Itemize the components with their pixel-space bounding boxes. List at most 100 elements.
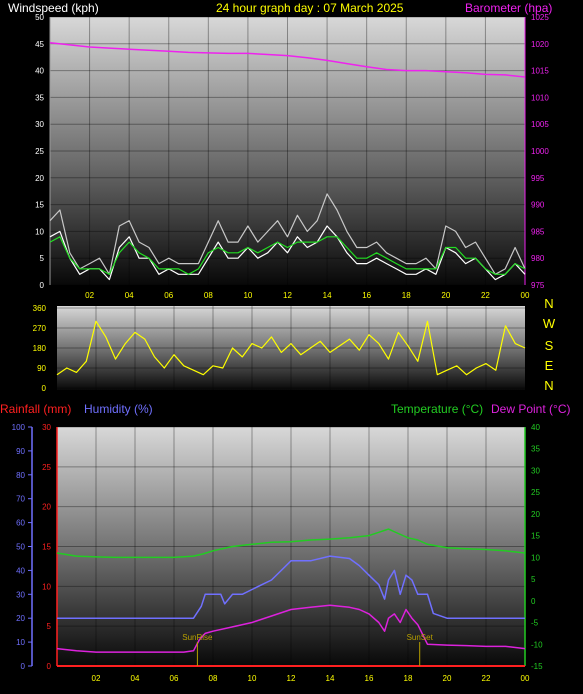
barometer-tick: 1010 <box>531 93 549 102</box>
windspeed-axis-label: Windspeed (kph) <box>8 1 99 15</box>
direction-degree-tick: 270 <box>33 324 47 333</box>
sun-marker-label: SunSet <box>407 633 434 642</box>
wind-time-tick-labels: 02 04 06 08 10 12 14 16 18 20 22 00 <box>85 291 530 300</box>
temperature-tick-labels: -15 -10 -5 0 5 10 15 20 25 30 35 40 <box>531 423 543 671</box>
rainfall-tick: 30 <box>42 423 51 432</box>
time-tick: 00 <box>521 674 530 683</box>
humidity-axis-label: Humidity (%) <box>84 402 153 416</box>
time-tick: 04 <box>125 291 134 300</box>
time-tick: 12 <box>283 291 292 300</box>
temperature-tick: 25 <box>531 488 540 497</box>
windspeed-tick: 10 <box>35 227 44 236</box>
barometer-tick: 1020 <box>531 40 549 49</box>
time-tick: 14 <box>326 674 335 683</box>
humidity-tick: 70 <box>16 495 25 504</box>
compass-label: W <box>543 316 556 331</box>
compass-label: N <box>544 378 553 393</box>
compass-label: N <box>544 296 553 311</box>
time-tick: 20 <box>443 674 452 683</box>
humidity-tick: 60 <box>16 519 25 528</box>
rainfall-tick: 5 <box>47 622 52 631</box>
time-tick: 08 <box>209 674 218 683</box>
windspeed-tick: 5 <box>40 254 45 263</box>
compass-label: E <box>545 358 554 373</box>
humidity-tick: 20 <box>16 614 25 623</box>
time-tick: 12 <box>287 674 296 683</box>
temperature-humidity-panel: 0102030405060708090100 051015202530 -15-… <box>0 402 570 683</box>
time-tick: 06 <box>170 674 179 683</box>
time-tick: 10 <box>243 291 252 300</box>
temperature-tick: -10 <box>531 640 543 649</box>
rainfall-tick: 10 <box>42 582 51 591</box>
temperature-tick: 5 <box>531 575 536 584</box>
humidity-tick: 50 <box>16 543 25 552</box>
temperature-tick: -5 <box>531 619 539 628</box>
barometer-tick: 980 <box>531 254 545 263</box>
time-tick: 06 <box>164 291 173 300</box>
time-tick: 18 <box>404 674 413 683</box>
barometer-tick: 990 <box>531 201 545 210</box>
wind-barometer-panel: 05101520253035404550 9759809859909951000… <box>8 1 552 300</box>
weather-chart-canvas: 05101520253035404550 9759809859909951000… <box>0 1 570 683</box>
windspeed-tick: 20 <box>35 174 44 183</box>
barometer-tick: 995 <box>531 174 545 183</box>
direction-degree-tick: 180 <box>33 344 47 353</box>
temperature-tick: 20 <box>531 510 540 519</box>
windspeed-tick: 30 <box>35 120 44 129</box>
sun-marker-label: SunRise <box>182 633 213 642</box>
temperature-tick: 10 <box>531 553 540 562</box>
temperature-tick: -15 <box>531 662 543 671</box>
windspeed-tick: 0 <box>40 281 45 290</box>
temperature-tick: 15 <box>531 532 540 541</box>
windspeed-tick: 25 <box>35 147 44 156</box>
time-tick: 08 <box>204 291 213 300</box>
barometer-axis-label: Barometer (hpa) <box>465 1 552 15</box>
direction-degree-tick: 90 <box>37 364 46 373</box>
windspeed-tick: 45 <box>35 40 44 49</box>
humidity-tick: 40 <box>16 566 25 575</box>
rainfall-tick: 20 <box>42 503 51 512</box>
barometer-tick: 1005 <box>531 120 549 129</box>
time-tick: 02 <box>85 291 94 300</box>
barometer-tick: 1000 <box>531 147 549 156</box>
time-tick: 10 <box>248 674 257 683</box>
temperature-tick: 40 <box>531 423 540 432</box>
windspeed-tick: 35 <box>35 93 44 102</box>
time-tick: 22 <box>481 291 490 300</box>
humidity-tick: 30 <box>16 590 25 599</box>
temperature-tick: 0 <box>531 597 536 606</box>
windspeed-tick: 15 <box>35 201 44 210</box>
dew-point-axis-label: Dew Point (°C) <box>491 402 570 416</box>
humidity-tick: 80 <box>16 471 25 480</box>
barometer-tick-labels: 975980985990995100010051010101510201025 <box>531 13 549 290</box>
rainfall-tick-labels: 0 5 10 15 20 25 30 <box>42 423 51 671</box>
rainfall-tick: 25 <box>42 463 51 472</box>
temp-time-tick-labels: 02 04 06 08 10 12 14 16 18 20 22 00 <box>92 674 530 683</box>
barometer-tick: 975 <box>531 281 545 290</box>
humidity-tick: 100 <box>12 423 26 432</box>
direction-degree-labels: 0 90 180 270 360 <box>33 304 47 393</box>
time-tick: 16 <box>362 291 371 300</box>
windspeed-tick-labels: 05101520253035404550 <box>35 13 44 290</box>
humidity-tick: 0 <box>21 662 26 671</box>
direction-degree-tick: 0 <box>42 384 47 393</box>
barometer-tick: 985 <box>531 227 545 236</box>
time-tick: 00 <box>521 291 530 300</box>
rainfall-tick: 15 <box>42 543 51 552</box>
direction-degree-tick: 360 <box>33 304 47 313</box>
temperature-tick: 30 <box>531 466 540 475</box>
humidity-tick: 90 <box>16 447 25 456</box>
time-tick: 22 <box>482 674 491 683</box>
time-tick: 18 <box>402 291 411 300</box>
chart-title: 24 hour graph day : 07 March 2025 <box>216 1 404 15</box>
windspeed-tick: 40 <box>35 67 44 76</box>
temperature-axis-label: Temperature (°C) <box>391 402 483 416</box>
rainfall-axis-label: Rainfall (mm) <box>0 402 71 416</box>
time-tick: 02 <box>92 674 101 683</box>
humidity-tick-labels: 0 10 20 30 40 50 60 70 80 90 100 <box>12 423 32 671</box>
compass-label: S <box>545 338 554 353</box>
rainfall-tick: 0 <box>47 662 52 671</box>
time-tick: 14 <box>323 291 332 300</box>
temperature-tick: 35 <box>531 445 540 454</box>
barometer-tick: 1015 <box>531 67 549 76</box>
